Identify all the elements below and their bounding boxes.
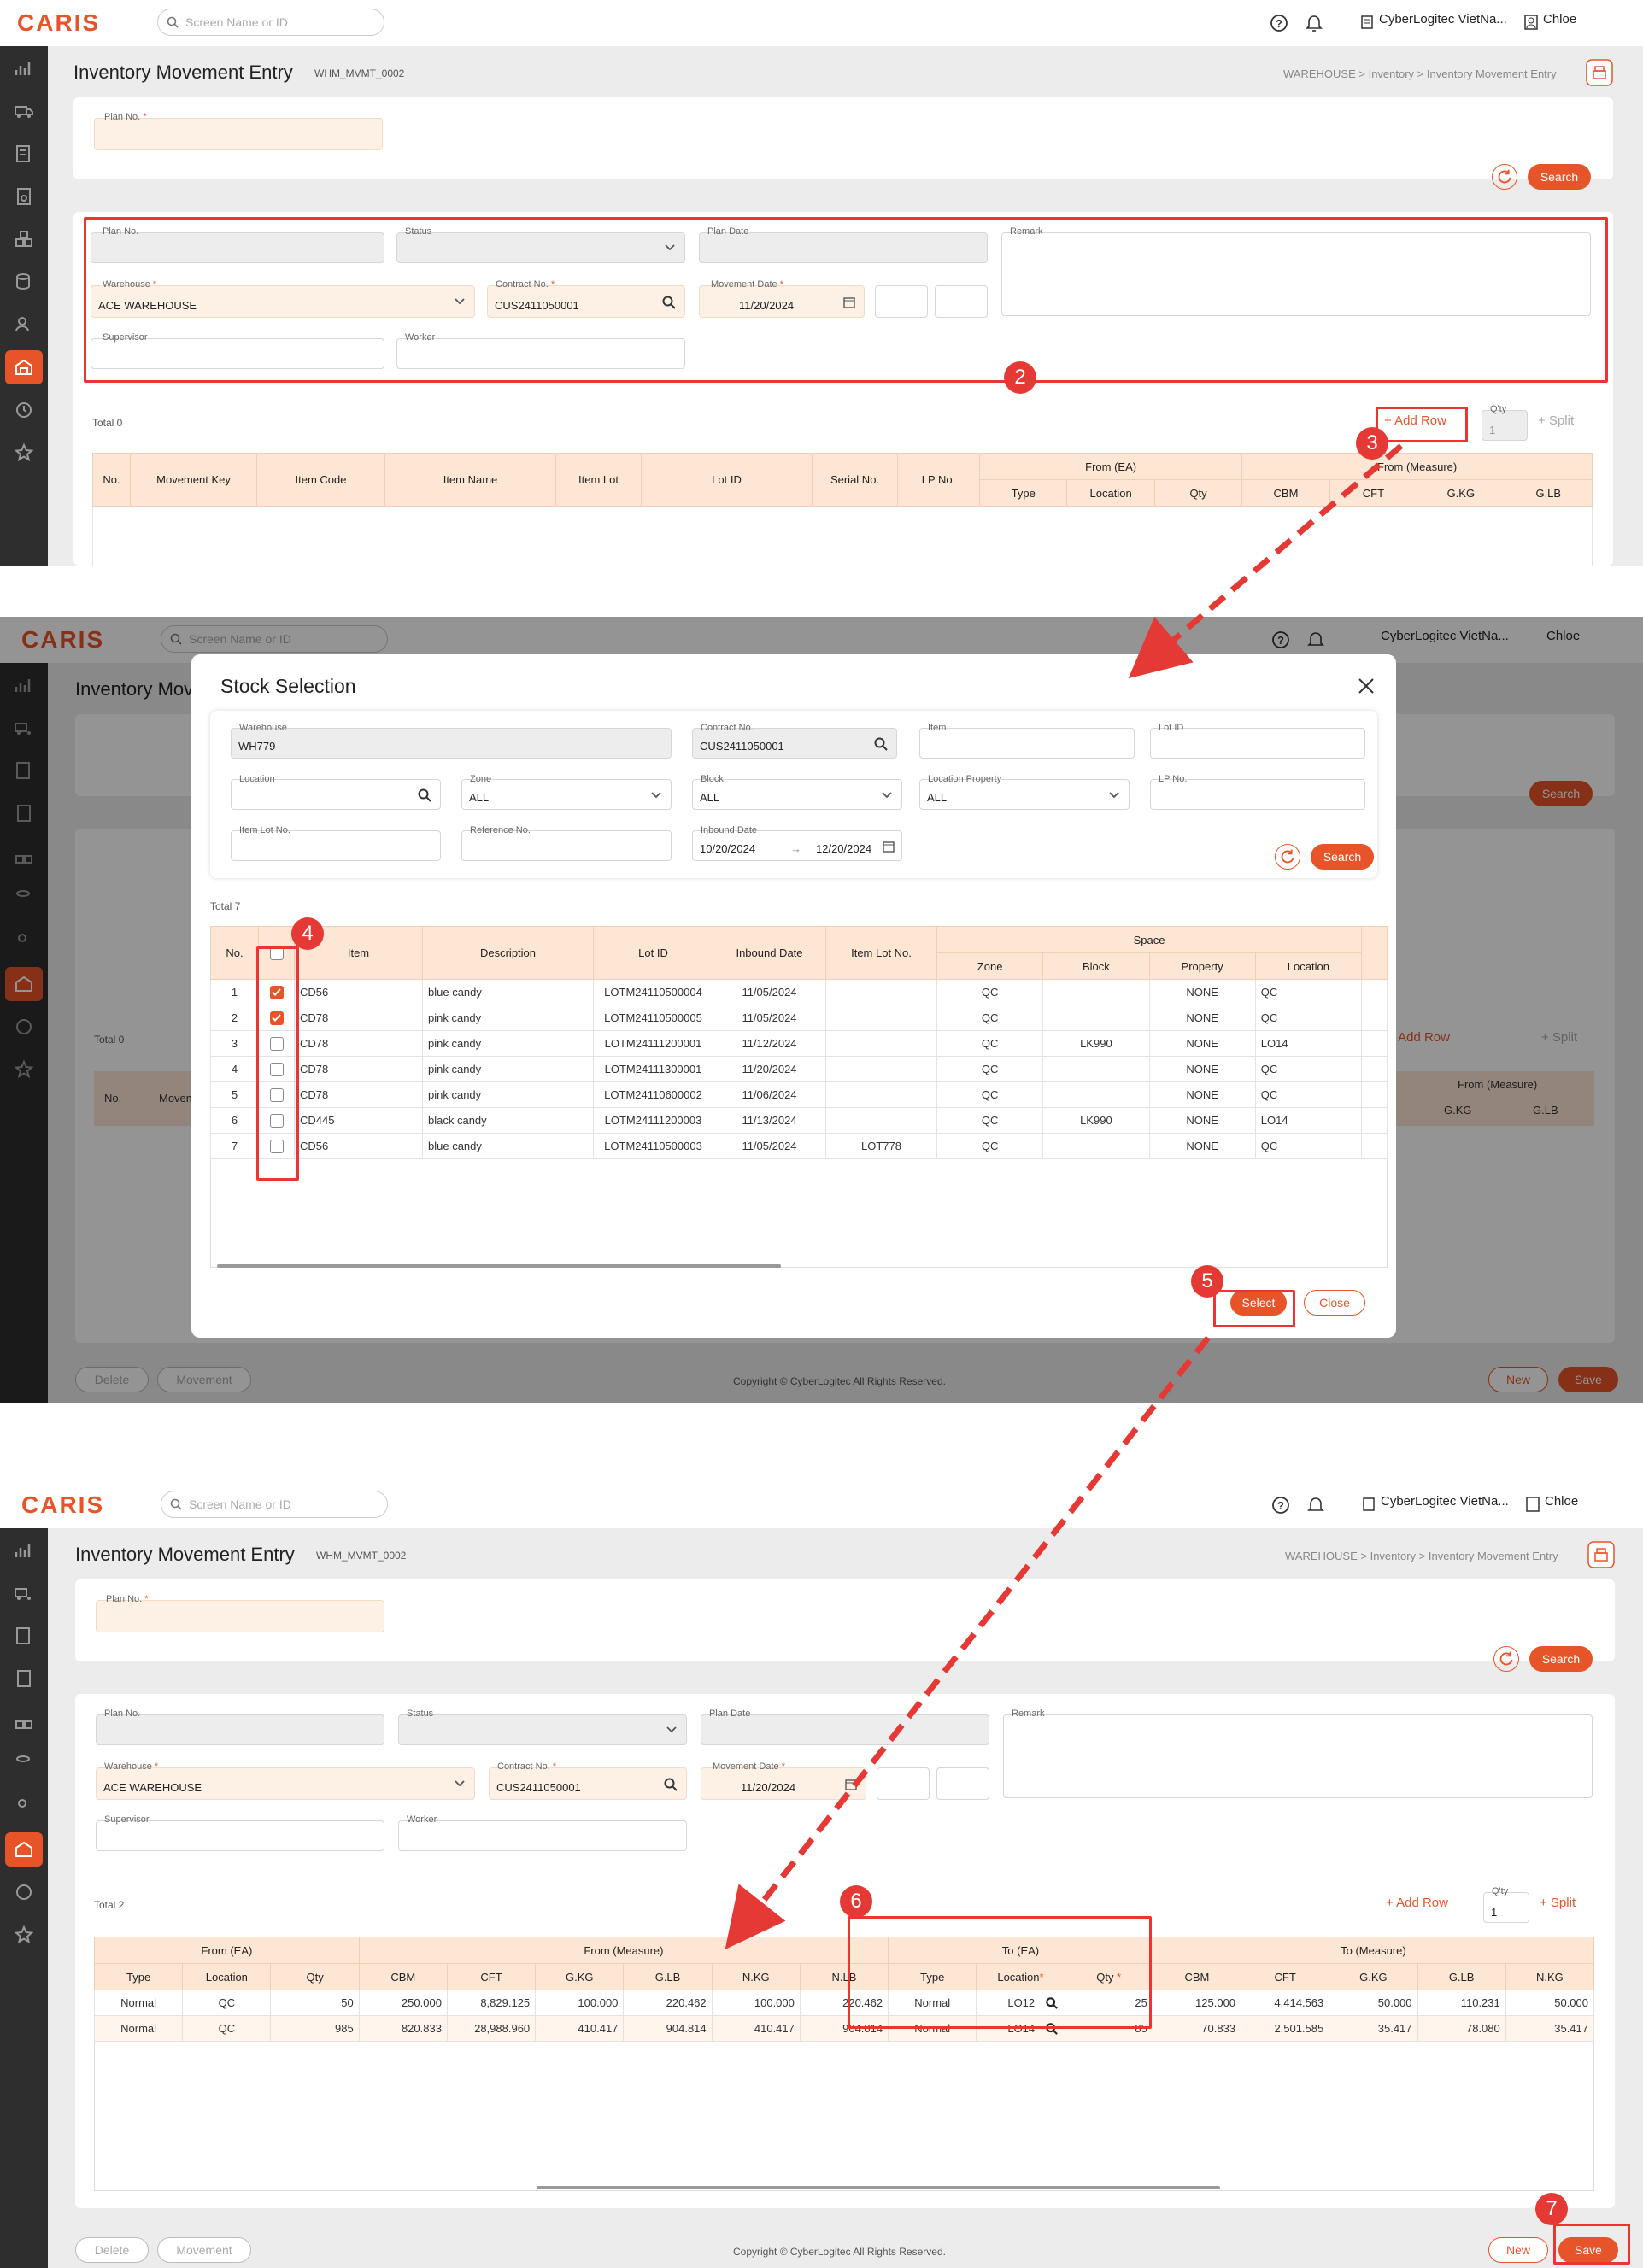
- arrow-step5-to-grid: [725, 1335, 1211, 1949]
- flow-arrows: [725, 443, 1404, 1949]
- arrow-step3-to-modal: [1128, 443, 1404, 679]
